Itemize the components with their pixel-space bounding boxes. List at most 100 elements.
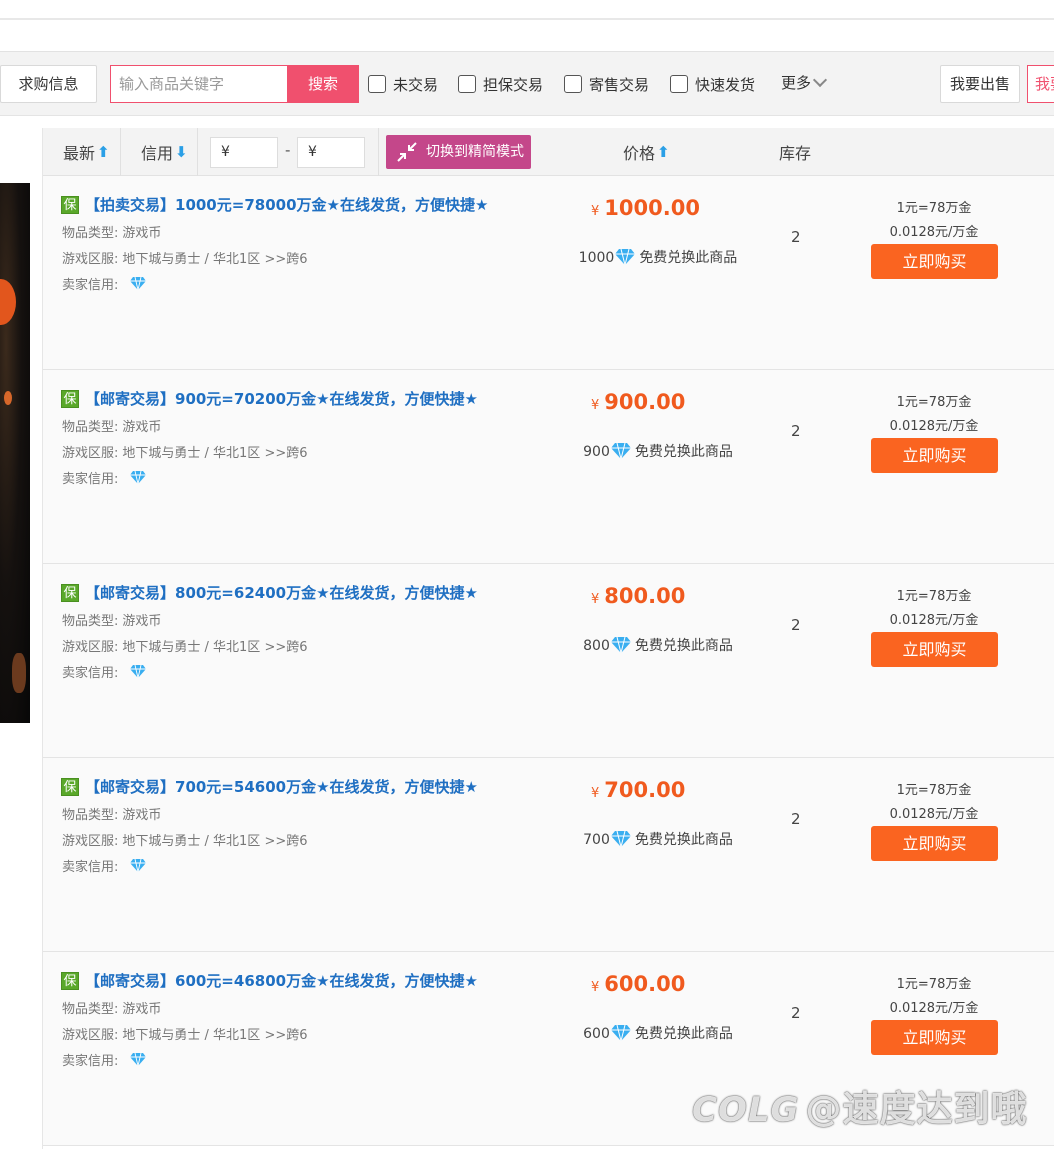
sort-price[interactable]: 价格 ⬆ (623, 140, 670, 164)
redeem-points: 700 (583, 832, 610, 848)
unit-price: 0.0128元/万金 (889, 225, 979, 240)
redeem-text: 免费兑换此商品 (634, 1026, 733, 1042)
price-max-input[interactable]: ¥ (297, 137, 365, 168)
checkbox[interactable] (670, 75, 688, 93)
arrow-down-icon: ⬇ (175, 143, 188, 161)
guarantee-badge: 保 (61, 971, 79, 990)
meta-value: 游戏币 (122, 614, 162, 629)
buy-now-button[interactable]: 立即购买 (871, 826, 998, 861)
buy-now-button[interactable]: 立即购买 (871, 244, 998, 279)
currency-symbol: ¥ (591, 786, 600, 801)
diamond-icon (129, 276, 146, 291)
game-server: 游戏区服: 地下城与勇士 / 华北1区 >>跨6 (62, 442, 308, 461)
points-redeem: 1000 免费兑换此商品 (553, 247, 763, 267)
arrow-up-icon: ⬆ (657, 143, 670, 161)
filter-untraded[interactable]: 未交易 (368, 74, 438, 94)
listing-row[interactable]: 保【邮寄交易】900元=70200万金★在线发货，方便快捷★ 物品类型: 游戏币 … (43, 370, 1054, 564)
top-divider (0, 18, 1054, 20)
meta-value: 游戏币 (122, 808, 162, 823)
listing-row[interactable]: 保【邮寄交易】800元=62400万金★在线发货，方便快捷★ 物品类型: 游戏币 … (43, 564, 1054, 758)
meta-value: 游戏币 (122, 420, 162, 435)
banner-glow (0, 279, 16, 325)
listing-row[interactable]: 保【邮寄交易】700元=54600万金★在线发货，方便快捷★ 物品类型: 游戏币 … (43, 758, 1054, 952)
diamond-icon (610, 636, 631, 654)
points-redeem: 600 免费兑换此商品 (553, 1023, 763, 1043)
meta-label: 物品类型: (62, 1002, 119, 1017)
item-type: 物品类型: 游戏币 (62, 998, 161, 1017)
diamond-icon (615, 248, 636, 266)
sort-newest[interactable]: 最新 ⬆ (63, 140, 110, 164)
currency-symbol: ¥ (591, 204, 600, 219)
price-value: 600.00 (604, 972, 686, 996)
meta-label: 物品类型: (62, 614, 119, 629)
shrink-icon (397, 142, 417, 162)
search-toolbar: 求购信息 输入商品关键字 搜索 未交易 担保交易 寄售交易 快速发货 更多 我要… (0, 52, 1054, 116)
redeem-points: 900 (583, 444, 610, 460)
meta-label: 游戏区服: (62, 446, 119, 461)
exchange-rate: 1元=78万金 (896, 589, 972, 604)
listing-title-text: 【邮寄交易】900元=70200万金★在线发货，方便快捷★ (85, 390, 478, 408)
switch-compact-mode-button[interactable]: 切换到精简模式 (386, 135, 531, 169)
buy-now-button[interactable]: 立即购买 (871, 438, 998, 473)
points-redeem: 700 免费兑换此商品 (553, 829, 763, 849)
search-button[interactable]: 搜索 (287, 65, 359, 103)
filter-guarantee[interactable]: 担保交易 (458, 74, 543, 94)
meta-value: 游戏币 (122, 226, 162, 241)
item-type: 物品类型: 游戏币 (62, 416, 161, 435)
meta-label: 卖家信用: (62, 666, 119, 681)
sort-label: 价格 (623, 144, 656, 163)
sell-button[interactable]: 我要出售 (940, 65, 1020, 103)
listing-title[interactable]: 保【邮寄交易】800元=62400万金★在线发货，方便快捷★ (61, 582, 478, 603)
game-server: 游戏区服: 地下城与勇士 / 华北1区 >>跨6 (62, 248, 308, 267)
colg-logo: COLG (692, 1090, 800, 1130)
sell-button-secondary[interactable]: 我要 (1027, 65, 1054, 103)
listing-price: ¥600.00 (591, 972, 685, 996)
unit-price: 0.0128元/万金 (889, 807, 979, 822)
stock-count: 2 (791, 616, 801, 634)
listing-title[interactable]: 保【邮寄交易】900元=70200万金★在线发货，方便快捷★ (61, 388, 478, 409)
meta-label: 游戏区服: (62, 834, 119, 849)
redeem-points: 600 (583, 1026, 610, 1042)
stock-count: 2 (791, 228, 801, 246)
listing-title[interactable]: 保【邮寄交易】700元=54600万金★在线发货，方便快捷★ (61, 776, 478, 797)
filter-consignment[interactable]: 寄售交易 (564, 74, 649, 94)
product-list: 最新 ⬆ 信用 ⬇ ¥ - ¥ 切换到精简模式 价格 ⬆ 库存 保【拍卖交易】1000… (42, 128, 1054, 1149)
checkbox[interactable] (564, 75, 582, 93)
item-type: 物品类型: 游戏币 (62, 610, 161, 629)
guarantee-badge: 保 (61, 195, 79, 214)
diamond-icon (610, 442, 631, 460)
column-stock: 库存 (779, 140, 811, 164)
item-type: 物品类型: 游戏币 (62, 222, 161, 241)
listing-row[interactable]: 保【拍卖交易】1000元=78000万金★在线发货，方便快捷★ 物品类型: 游戏币… (43, 176, 1054, 370)
more-filters-button[interactable]: 更多 (781, 72, 828, 93)
listing-title-text: 【邮寄交易】800元=62400万金★在线发货，方便快捷★ (85, 584, 478, 602)
currency-symbol: ¥ (591, 592, 600, 607)
seller-credit: 卖家信用: (62, 468, 147, 487)
buy-info-button[interactable]: 求购信息 (0, 65, 97, 103)
price-value: 700.00 (604, 778, 686, 802)
checkbox[interactable] (458, 75, 476, 93)
seller-credit: 卖家信用: (62, 856, 147, 875)
search-input[interactable]: 输入商品关键字 (110, 65, 288, 103)
buy-now-button[interactable]: 立即购买 (871, 632, 998, 667)
listing-price: ¥800.00 (591, 584, 685, 608)
meta-value: 地下城与勇士 / 华北1区 >>跨6 (122, 446, 308, 461)
points-redeem: 900 免费兑换此商品 (553, 441, 763, 461)
price-min-input[interactable]: ¥ (210, 137, 278, 168)
redeem-points: 1000 (578, 250, 615, 266)
chevron-down-icon (812, 72, 828, 88)
meta-label: 卖家信用: (62, 1054, 119, 1069)
listing-price: ¥700.00 (591, 778, 685, 802)
checkbox[interactable] (368, 75, 386, 93)
stock-count: 2 (791, 422, 801, 440)
buy-now-button[interactable]: 立即购买 (871, 1020, 998, 1055)
unit-price: 0.0128元/万金 (889, 613, 979, 628)
diamond-icon (129, 664, 146, 679)
stock-count: 2 (791, 810, 801, 828)
redeem-text: 免费兑换此商品 (634, 638, 733, 654)
listing-title[interactable]: 保【邮寄交易】600元=46800万金★在线发货，方便快捷★ (61, 970, 478, 991)
filter-fast-delivery[interactable]: 快速发货 (670, 74, 755, 94)
sort-credit[interactable]: 信用 ⬇ (141, 140, 188, 164)
listing-title[interactable]: 保【拍卖交易】1000元=78000万金★在线发货，方便快捷★ (61, 194, 488, 215)
listing-title-text: 【拍卖交易】1000元=78000万金★在线发货，方便快捷★ (85, 196, 489, 214)
